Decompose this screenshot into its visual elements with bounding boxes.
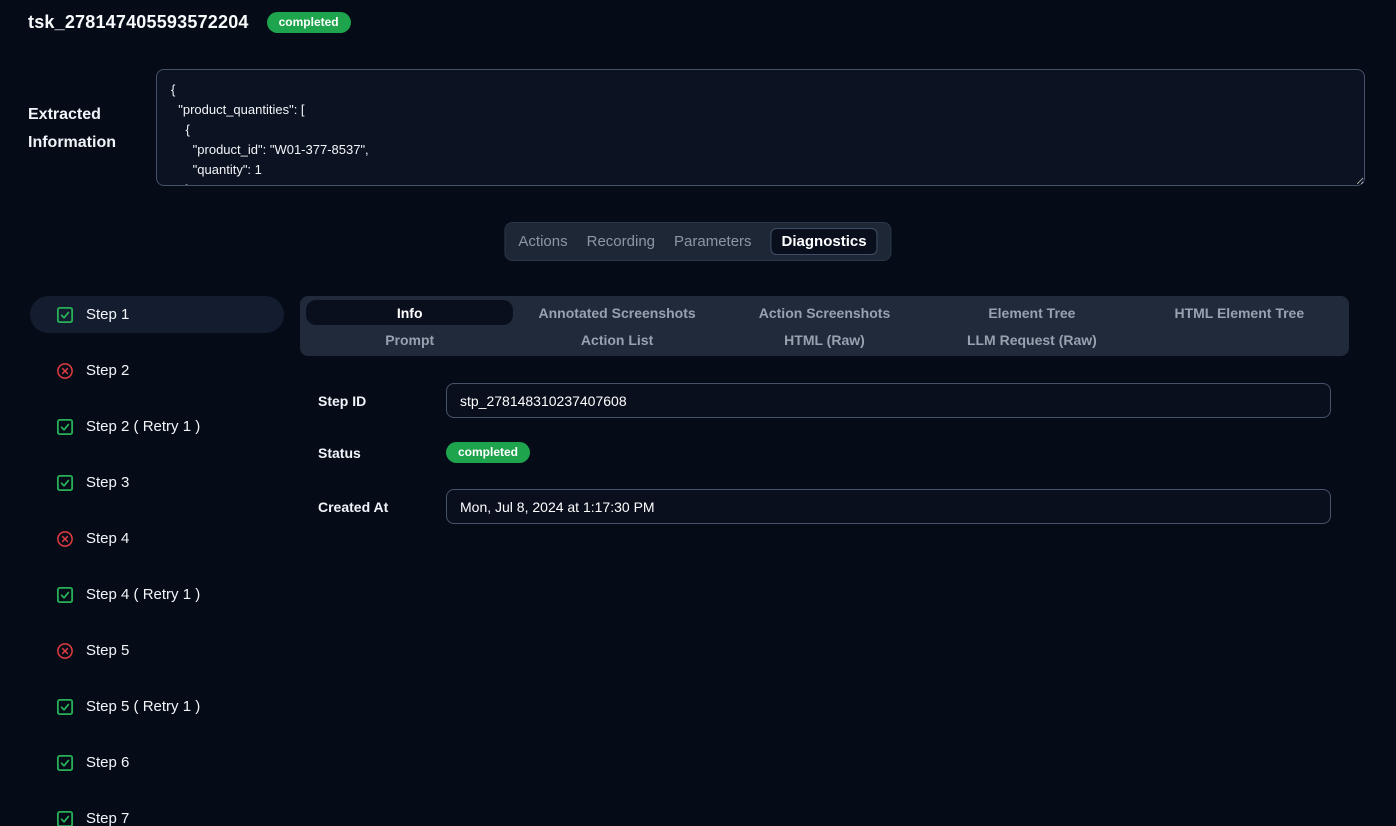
step-label: Step 6 <box>86 754 129 771</box>
x-circle-icon <box>56 362 74 380</box>
steps-sidebar: Step 1 Step 2 Step 2 ( Retry 1 ) Step 3 … <box>30 296 284 826</box>
sidebar-step-4-retry-1[interactable]: Step 4 ( Retry 1 ) <box>30 576 284 613</box>
check-square-icon <box>56 810 74 826</box>
extracted-information-textarea[interactable]: { "product_quantities": [ { "product_id"… <box>156 69 1365 186</box>
check-square-icon <box>56 698 74 716</box>
step-label: Step 3 <box>86 474 129 491</box>
sidebar-step-7[interactable]: Step 7 <box>30 800 284 826</box>
subtab-prompt[interactable]: Prompt <box>306 327 513 352</box>
step-id-row: Step ID <box>318 383 1331 418</box>
step-label: Step 7 <box>86 810 129 826</box>
created-at-label: Created At <box>318 499 446 515</box>
tab-diagnostics[interactable]: Diagnostics <box>771 228 878 255</box>
sidebar-step-1[interactable]: Step 1 <box>30 296 284 333</box>
step-label: Step 4 <box>86 530 129 547</box>
task-id-title: tsk_278147405593572204 <box>28 12 249 33</box>
tab-recording[interactable]: Recording <box>587 233 655 250</box>
step-label: Step 4 ( Retry 1 ) <box>86 586 200 603</box>
status-label: Status <box>318 445 446 461</box>
subtab-action-screenshots[interactable]: Action Screenshots <box>721 300 928 325</box>
check-square-icon <box>56 586 74 604</box>
diagnostics-subtabs: Info Annotated Screenshots Action Screen… <box>300 296 1349 356</box>
step-label: Step 1 <box>86 306 129 323</box>
step-id-input[interactable] <box>446 383 1331 418</box>
sidebar-step-5[interactable]: Step 5 <box>30 632 284 669</box>
status-row: Status completed <box>318 435 530 470</box>
x-circle-icon <box>56 530 74 548</box>
created-at-input[interactable] <box>446 489 1331 524</box>
sidebar-step-4[interactable]: Step 4 <box>30 520 284 557</box>
check-square-icon <box>56 306 74 324</box>
check-square-icon <box>56 474 74 492</box>
tab-parameters[interactable]: Parameters <box>674 233 752 250</box>
diagnostics-page: { "header": { "task_id": "tsk_2781474055… <box>0 0 1396 826</box>
step-status-badge: completed <box>446 442 530 463</box>
tab-actions[interactable]: Actions <box>518 233 567 250</box>
extracted-information-label: Extracted Information <box>28 101 140 157</box>
step-label: Step 2 <box>86 362 129 379</box>
step-id-label: Step ID <box>318 393 446 409</box>
sidebar-step-2[interactable]: Step 2 <box>30 352 284 389</box>
x-circle-icon <box>56 642 74 660</box>
task-status-badge: completed <box>267 12 351 33</box>
check-square-icon <box>56 418 74 436</box>
page-header: tsk_278147405593572204 completed <box>28 12 351 33</box>
subtab-annotated-screenshots[interactable]: Annotated Screenshots <box>513 300 720 325</box>
step-label: Step 2 ( Retry 1 ) <box>86 418 200 435</box>
sidebar-step-5-retry-1[interactable]: Step 5 ( Retry 1 ) <box>30 688 284 725</box>
subtab-action-list[interactable]: Action List <box>513 327 720 352</box>
sidebar-step-2-retry-1[interactable]: Step 2 ( Retry 1 ) <box>30 408 284 445</box>
step-label: Step 5 ( Retry 1 ) <box>86 698 200 715</box>
subtab-element-tree[interactable]: Element Tree <box>928 300 1135 325</box>
subtab-info[interactable]: Info <box>306 300 513 325</box>
created-at-row: Created At <box>318 489 1331 524</box>
subtab-html-raw[interactable]: HTML (Raw) <box>721 327 928 352</box>
main-tabbar: Actions Recording Parameters Diagnostics <box>504 222 891 261</box>
step-label: Step 5 <box>86 642 129 659</box>
subtab-llm-request-raw[interactable]: LLM Request (Raw) <box>928 327 1135 352</box>
sidebar-step-3[interactable]: Step 3 <box>30 464 284 501</box>
check-square-icon <box>56 754 74 772</box>
sidebar-step-6[interactable]: Step 6 <box>30 744 284 781</box>
subtab-html-element-tree[interactable]: HTML Element Tree <box>1136 300 1343 325</box>
